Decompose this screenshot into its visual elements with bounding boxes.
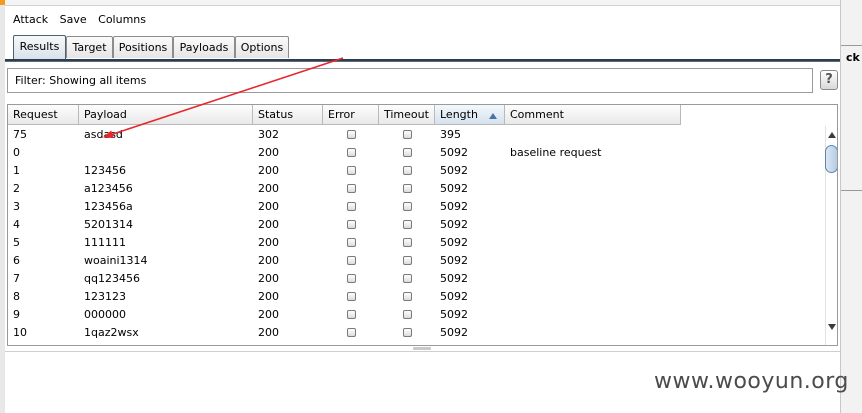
watermark-text: www.wooyun.org [654,369,849,394]
annotation-arrow-line [103,57,344,138]
annotation-arrow [103,57,344,138]
